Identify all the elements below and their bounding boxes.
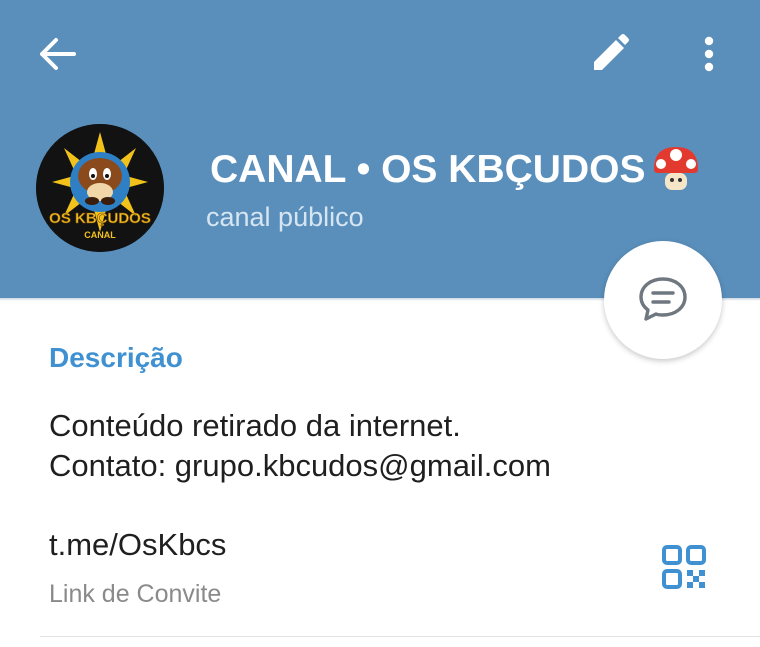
pencil-icon [594,34,629,70]
channel-status: canal público [206,202,364,232]
chat-bubble-icon [639,277,687,321]
back-button[interactable] [30,30,86,78]
channel-avatar[interactable]: OS KBÇUDOS CANAL [36,124,164,252]
title-fade [201,144,213,196]
invite-link-label: Link de Convite [49,580,222,608]
mushroom-icon [650,143,702,193]
qr-code-icon [662,545,706,589]
qr-code-button[interactable] [661,544,707,590]
invite-link[interactable]: t.me/OsKbcs [49,526,226,564]
arrow-left-icon [40,38,76,70]
description-line[interactable]: Contato: grupo.kbcudos@gmail.com [49,447,551,485]
more-vertical-icon [704,36,714,72]
more-options-button[interactable] [690,30,728,78]
logo-subtext: CANAL [84,230,116,240]
description-heading: Descrição [49,342,183,373]
edit-button[interactable] [584,30,634,78]
section-divider [40,636,760,637]
channel-logo-image: OS KBÇUDOS CANAL [36,124,164,252]
channel-name: CANAL • OS KBÇUDOS [210,148,646,191]
open-chat-button[interactable] [604,241,722,359]
description-line: Conteúdo retirado da internet. [49,408,461,443]
logo-text: OS KBÇUDOS [49,210,151,227]
